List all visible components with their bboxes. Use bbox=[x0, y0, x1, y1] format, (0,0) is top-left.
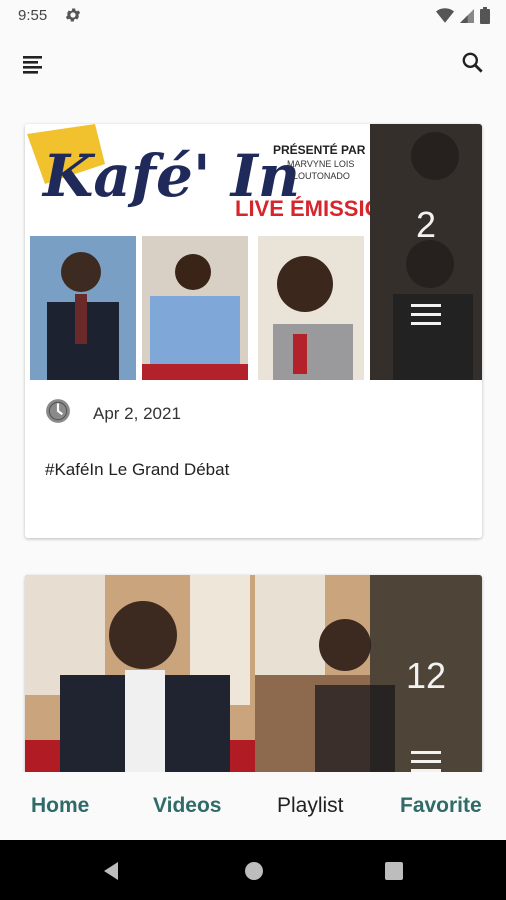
cell-signal-icon bbox=[460, 8, 474, 29]
status-bar: 9:55 bbox=[0, 0, 506, 32]
clock-icon bbox=[45, 398, 71, 429]
playlist-video-count: 12 bbox=[405, 655, 447, 696]
presenter-line2: LOUTONADO bbox=[293, 171, 350, 181]
home-icon[interactable] bbox=[243, 860, 265, 887]
app-bar bbox=[0, 32, 506, 98]
playlist-thumbnail[interactable]: Kafé' In PRÉSENTÉ PAR MARVYNE LOIS LOUTO… bbox=[25, 124, 482, 380]
presenter-line1: MARVYNE LOIS bbox=[287, 159, 354, 169]
back-icon[interactable] bbox=[100, 860, 122, 887]
presented-by-text: PRÉSENTÉ PAR bbox=[273, 142, 366, 157]
battery-icon bbox=[480, 7, 490, 29]
search-icon[interactable] bbox=[460, 50, 490, 80]
status-icons bbox=[436, 7, 490, 29]
bottom-navigation: Home Videos Playlist Favorite bbox=[0, 772, 506, 840]
status-time: 9:55 bbox=[18, 7, 48, 24]
playlist-list-icon bbox=[411, 751, 441, 772]
date-row: Apr 2, 2021 bbox=[45, 398, 181, 429]
wifi-icon bbox=[436, 7, 454, 29]
playlist-title: #KaféIn Le Grand Débat bbox=[45, 460, 230, 479]
recents-icon[interactable] bbox=[384, 861, 404, 886]
nav-home-tab[interactable]: Home bbox=[31, 794, 89, 818]
nav-playlist-tab[interactable]: Playlist bbox=[277, 794, 344, 818]
playlist-list-icon bbox=[411, 304, 441, 331]
playlist-video-count: 2 bbox=[415, 204, 437, 245]
playlist-count-overlay: 12 bbox=[370, 575, 482, 772]
playlist-card[interactable]: Kafé' In PRÉSENTÉ PAR MARVYNE LOIS LOUTO… bbox=[25, 124, 482, 538]
playlist-thumbnail[interactable]: 12 bbox=[25, 575, 482, 772]
settings-gear-icon bbox=[64, 6, 82, 29]
nav-videos-tab[interactable]: Videos bbox=[153, 794, 221, 818]
playlist-count-overlay: 2 bbox=[370, 124, 482, 380]
playlist-date: Apr 2, 2021 bbox=[93, 403, 181, 423]
system-navigation-bar bbox=[0, 840, 506, 900]
menu-icon[interactable] bbox=[20, 50, 50, 80]
nav-favorite-tab[interactable]: Favorite bbox=[400, 794, 482, 818]
